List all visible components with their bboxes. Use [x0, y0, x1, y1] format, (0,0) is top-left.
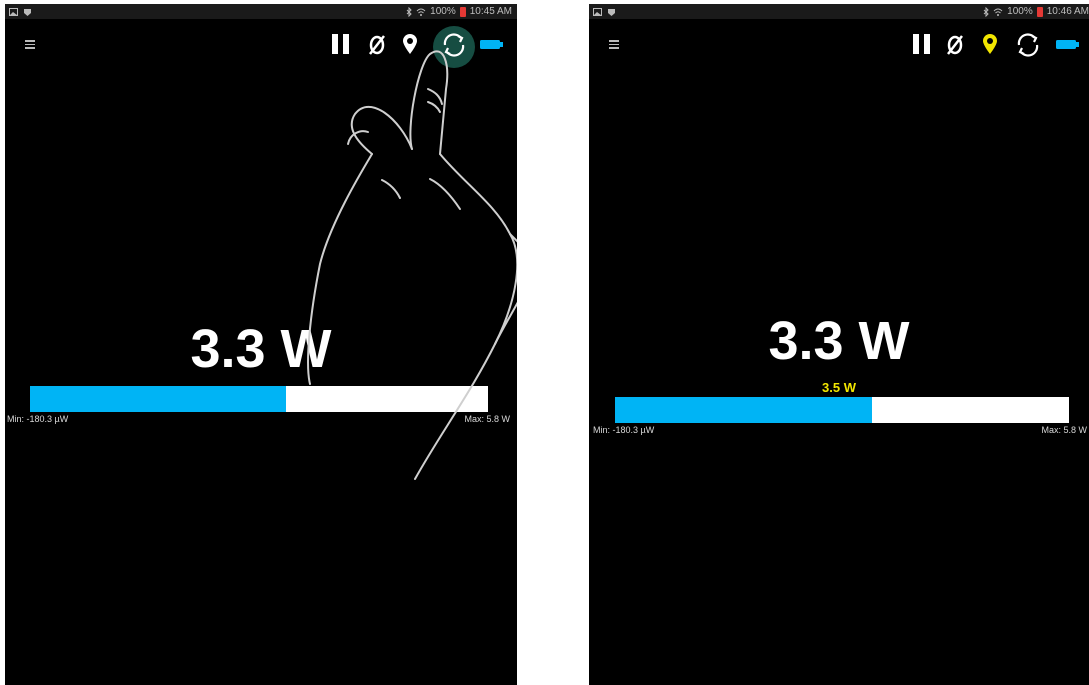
- gallery-notification-icon: [593, 7, 602, 16]
- status-bar: 100% 10:46 AM: [589, 4, 1089, 19]
- menu-icon[interactable]: [609, 40, 619, 51]
- battery-percent: 100%: [430, 6, 456, 17]
- location-icon[interactable]: [401, 32, 419, 56]
- battery-status-icon: [1036, 6, 1043, 17]
- wifi-icon: [993, 8, 1003, 16]
- pause-icon[interactable]: [912, 32, 932, 56]
- max-label: Max: 5.8 W: [1041, 425, 1087, 435]
- max-label: Max: 5.8 W: [464, 414, 510, 424]
- status-time: 10:45 AM: [469, 6, 512, 17]
- gallery-notification-icon: [9, 7, 18, 16]
- app-notification-icon: [24, 8, 31, 16]
- app-notification-icon: [608, 8, 615, 16]
- menu-icon[interactable]: [25, 40, 35, 51]
- bluetooth-icon: [983, 6, 989, 17]
- toolbar: [589, 26, 1089, 66]
- min-label: Min: -180.3 µW: [7, 414, 69, 424]
- power-bar: [30, 386, 488, 412]
- power-reading: 3.3 W: [190, 319, 332, 379]
- power-bar-fill: [30, 386, 287, 412]
- battery-status-icon: [459, 6, 466, 17]
- refresh-icon[interactable]: [441, 32, 467, 58]
- status-time: 10:46 AM: [1046, 6, 1089, 17]
- marker-value: 3.5 W: [822, 380, 856, 395]
- battery-icon[interactable]: [479, 32, 505, 56]
- zero-icon[interactable]: [367, 32, 387, 56]
- battery-percent: 100%: [1007, 6, 1033, 17]
- toolbar: [5, 26, 517, 68]
- screen-left: 100% 10:45 AM 3.3 W Min: -180.3 µW Max: …: [5, 4, 517, 685]
- pause-icon[interactable]: [331, 32, 351, 56]
- power-bar: [615, 397, 1069, 423]
- battery-icon[interactable]: [1055, 32, 1081, 56]
- refresh-icon[interactable]: [1015, 32, 1041, 58]
- power-reading: 3.3 W: [768, 311, 910, 371]
- zero-icon[interactable]: [945, 32, 965, 56]
- location-icon[interactable]: [981, 32, 999, 56]
- screen-right: 100% 10:46 AM 3.3 W 3.5 W Min: -180.3 µW…: [589, 4, 1089, 685]
- bluetooth-icon: [406, 6, 412, 17]
- power-bar-fill: [615, 397, 872, 423]
- min-label: Min: -180.3 µW: [593, 425, 655, 435]
- status-bar: 100% 10:45 AM: [5, 4, 517, 19]
- wifi-icon: [416, 8, 426, 16]
